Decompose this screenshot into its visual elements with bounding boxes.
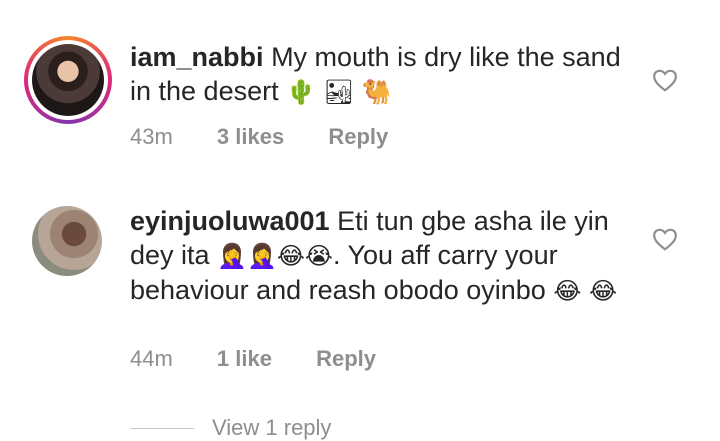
comment-body: iam_nabbi My mouth is dry like the sand … bbox=[130, 40, 630, 109]
reply-button[interactable]: Reply bbox=[328, 124, 388, 149]
story-ring bbox=[24, 36, 112, 124]
avatar[interactable] bbox=[24, 36, 112, 124]
username[interactable]: eyinjuoluwa001 bbox=[130, 206, 330, 236]
likes-count[interactable]: 1 like bbox=[217, 346, 272, 371]
avatar-photo bbox=[32, 44, 104, 116]
comment-emojis: 🤦‍♀️🤦‍♀️😂😭 bbox=[217, 242, 333, 270]
reply-button[interactable]: Reply bbox=[316, 346, 376, 371]
likes-count[interactable]: 3 likes bbox=[217, 124, 284, 149]
divider-line bbox=[130, 427, 194, 429]
comment-body: eyinjuoluwa001 Eti tun gbe asha ile yin … bbox=[130, 204, 630, 308]
view-replies-label[interactable]: View 1 reply bbox=[212, 415, 331, 441]
heart-icon[interactable] bbox=[652, 227, 678, 251]
timestamp: 43m bbox=[130, 124, 173, 149]
avatar[interactable] bbox=[32, 206, 104, 278]
view-replies[interactable]: View 1 reply bbox=[130, 415, 331, 441]
comment-meta: 43m 3 likes Reply bbox=[130, 124, 426, 150]
timestamp: 44m bbox=[130, 346, 173, 371]
username[interactable]: iam_nabbi bbox=[130, 42, 264, 72]
comment-emojis: 😂 😂 bbox=[553, 277, 618, 305]
avatar-photo bbox=[32, 206, 102, 276]
heart-icon[interactable] bbox=[652, 68, 678, 92]
comment-meta: 44m 1 like Reply bbox=[130, 346, 414, 372]
comment-emojis: 🌵 🏜 🐫 bbox=[286, 78, 392, 106]
